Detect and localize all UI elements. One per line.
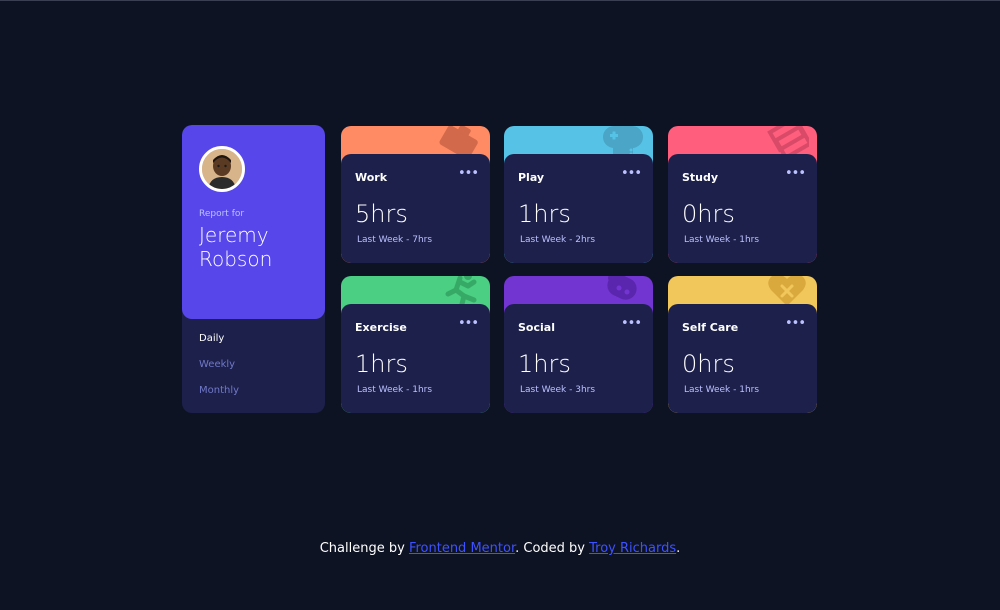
period-weekly[interactable]: Weekly xyxy=(199,359,235,370)
profile-header: Report for Jeremy Robson xyxy=(182,125,325,319)
activity-title: Play xyxy=(518,171,545,184)
activity-hours: 5hrs xyxy=(355,200,408,228)
activity-card-exercise: Exercise ••• 1hrs Last Week - 1hrs xyxy=(341,276,490,413)
activity-card-work: Work ••• 5hrs Last Week - 7hrs xyxy=(341,126,490,263)
ellipsis-icon[interactable]: ••• xyxy=(785,316,806,331)
activity-previous: Last Week - 1hrs xyxy=(357,385,433,395)
activity-card-body: Study ••• 0hrs Last Week - 1hrs xyxy=(668,154,817,263)
ellipsis-icon[interactable]: ••• xyxy=(458,166,479,181)
activity-card-social: Social ••• 1hrs Last Week - 3hrs xyxy=(504,276,653,413)
activity-previous: Last Week - 2hrs xyxy=(520,235,596,245)
activity-previous: Last Week - 7hrs xyxy=(357,235,433,245)
top-divider xyxy=(0,0,1000,1)
author-link[interactable]: Troy Richards xyxy=(589,541,676,556)
footer-prefix: Challenge by xyxy=(319,541,409,556)
user-name: Jeremy Robson xyxy=(199,223,273,271)
activity-card-body: Play ••• 1hrs Last Week - 2hrs xyxy=(504,154,653,263)
report-for-label: Report for xyxy=(199,209,245,219)
profile-card: Report for Jeremy Robson Daily Weekly Mo… xyxy=(182,125,325,413)
activity-hours: 1hrs xyxy=(518,350,571,378)
activity-title: Exercise xyxy=(355,321,407,334)
activity-card-body: Work ••• 5hrs Last Week - 7hrs xyxy=(341,154,490,263)
ellipsis-icon[interactable]: ••• xyxy=(621,166,642,181)
footer-attribution: Challenge by Frontend Mentor. Coded by T… xyxy=(0,541,1000,556)
activity-previous: Last Week - 1hrs xyxy=(684,385,760,395)
avatar-image xyxy=(202,149,242,189)
activity-hours: 0hrs xyxy=(682,350,735,378)
activity-title: Study xyxy=(682,171,719,184)
frontend-mentor-link[interactable]: Frontend Mentor xyxy=(409,541,515,556)
activity-card-body: Exercise ••• 1hrs Last Week - 1hrs xyxy=(341,304,490,413)
activity-card-body: Social ••• 1hrs Last Week - 3hrs xyxy=(504,304,653,413)
ellipsis-icon[interactable]: ••• xyxy=(621,316,642,331)
footer-middle: . Coded by xyxy=(515,541,590,556)
ellipsis-icon[interactable]: ••• xyxy=(785,166,806,181)
activity-hours: 0hrs xyxy=(682,200,735,228)
activity-hours: 1hrs xyxy=(355,350,408,378)
activity-title: Work xyxy=(355,171,388,184)
activity-card-play: Play ••• 1hrs Last Week - 2hrs xyxy=(504,126,653,263)
footer-suffix: . xyxy=(676,541,681,556)
activity-title: Self Care xyxy=(682,321,739,334)
activity-previous: Last Week - 3hrs xyxy=(520,385,596,395)
period-daily[interactable]: Daily xyxy=(199,333,224,344)
activity-previous: Last Week - 1hrs xyxy=(684,235,760,245)
activity-title: Social xyxy=(518,321,555,334)
activity-card-study: Study ••• 0hrs Last Week - 1hrs xyxy=(668,126,817,263)
activity-card-self-care: Self Care ••• 0hrs Last Week - 1hrs xyxy=(668,276,817,413)
activity-hours: 1hrs xyxy=(518,200,571,228)
avatar xyxy=(199,146,245,192)
period-monthly[interactable]: Monthly xyxy=(199,385,239,396)
activity-card-body: Self Care ••• 0hrs Last Week - 1hrs xyxy=(668,304,817,413)
ellipsis-icon[interactable]: ••• xyxy=(458,316,479,331)
